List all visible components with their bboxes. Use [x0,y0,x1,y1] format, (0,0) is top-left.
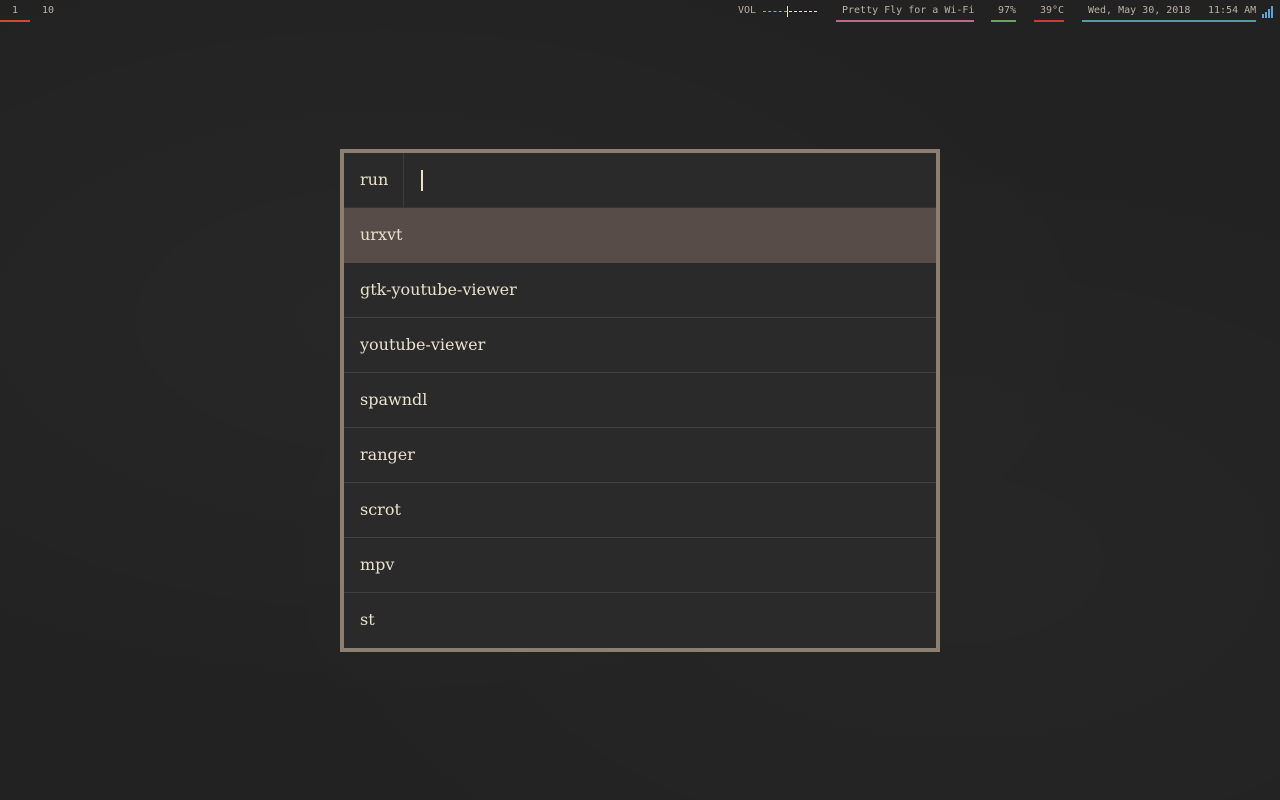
command-list-item[interactable]: ranger [344,428,936,483]
temperature-module[interactable]: 39°C [1034,0,1064,24]
clock-date: Wed, May 30, 2018 [1088,5,1191,16]
volume-label: VOL [738,5,757,16]
clock-module[interactable]: Wed, May 30, 2018 11:54 AM [1082,0,1256,24]
command-list-item[interactable]: st [344,593,936,648]
text-cursor [421,170,423,191]
workspace-1-indicator [0,20,30,22]
workspace-10[interactable]: 10 [36,0,66,24]
battery-value: 97% [998,5,1017,16]
command-list-item[interactable]: youtube-viewer [344,318,936,373]
volume-fill [763,11,787,12]
signal-bars-icon[interactable] [1262,6,1276,18]
command-list-item[interactable]: spawndl [344,373,936,428]
wifi-ssid: Pretty Fly for a Wi-Fi [842,5,975,16]
battery-indicator [991,20,1016,22]
temperature-value: 39°C [1040,5,1065,16]
volume-slider[interactable] [763,6,817,17]
command-input[interactable] [404,153,936,207]
volume-knob[interactable] [787,6,788,17]
workspace-10-label: 10 [42,5,55,16]
volume-remaining [789,11,817,12]
prompt-row: run [344,153,936,208]
wifi-module[interactable]: Pretty Fly for a Wi-Fi [836,0,974,24]
command-list-item[interactable]: urxvt [344,208,936,263]
workspace-1[interactable]: 1 [0,0,30,24]
battery-module[interactable]: 97% [991,0,1016,24]
clock-time: 11:54 AM [1208,5,1257,16]
top-bar: 1 10 VOL Pretty Fly for a Wi-Fi 97% 39°C… [0,0,1280,24]
volume-module[interactable]: VOL [737,0,821,24]
workspace-1-label: 1 [12,5,19,16]
clock-indicator [1082,20,1256,22]
command-list-item[interactable]: scrot [344,483,936,538]
prompt-label: run [344,153,404,207]
wifi-indicator [836,20,974,22]
temperature-indicator [1034,20,1064,22]
command-list-item[interactable]: gtk-youtube-viewer [344,263,936,318]
command-list: urxvt gtk-youtube-viewer youtube-viewer spa… [344,208,936,648]
run-launcher: run urxvt gtk-youtube-viewer youtube-viewe… [340,149,940,652]
command-list-item[interactable]: mpv [344,538,936,593]
